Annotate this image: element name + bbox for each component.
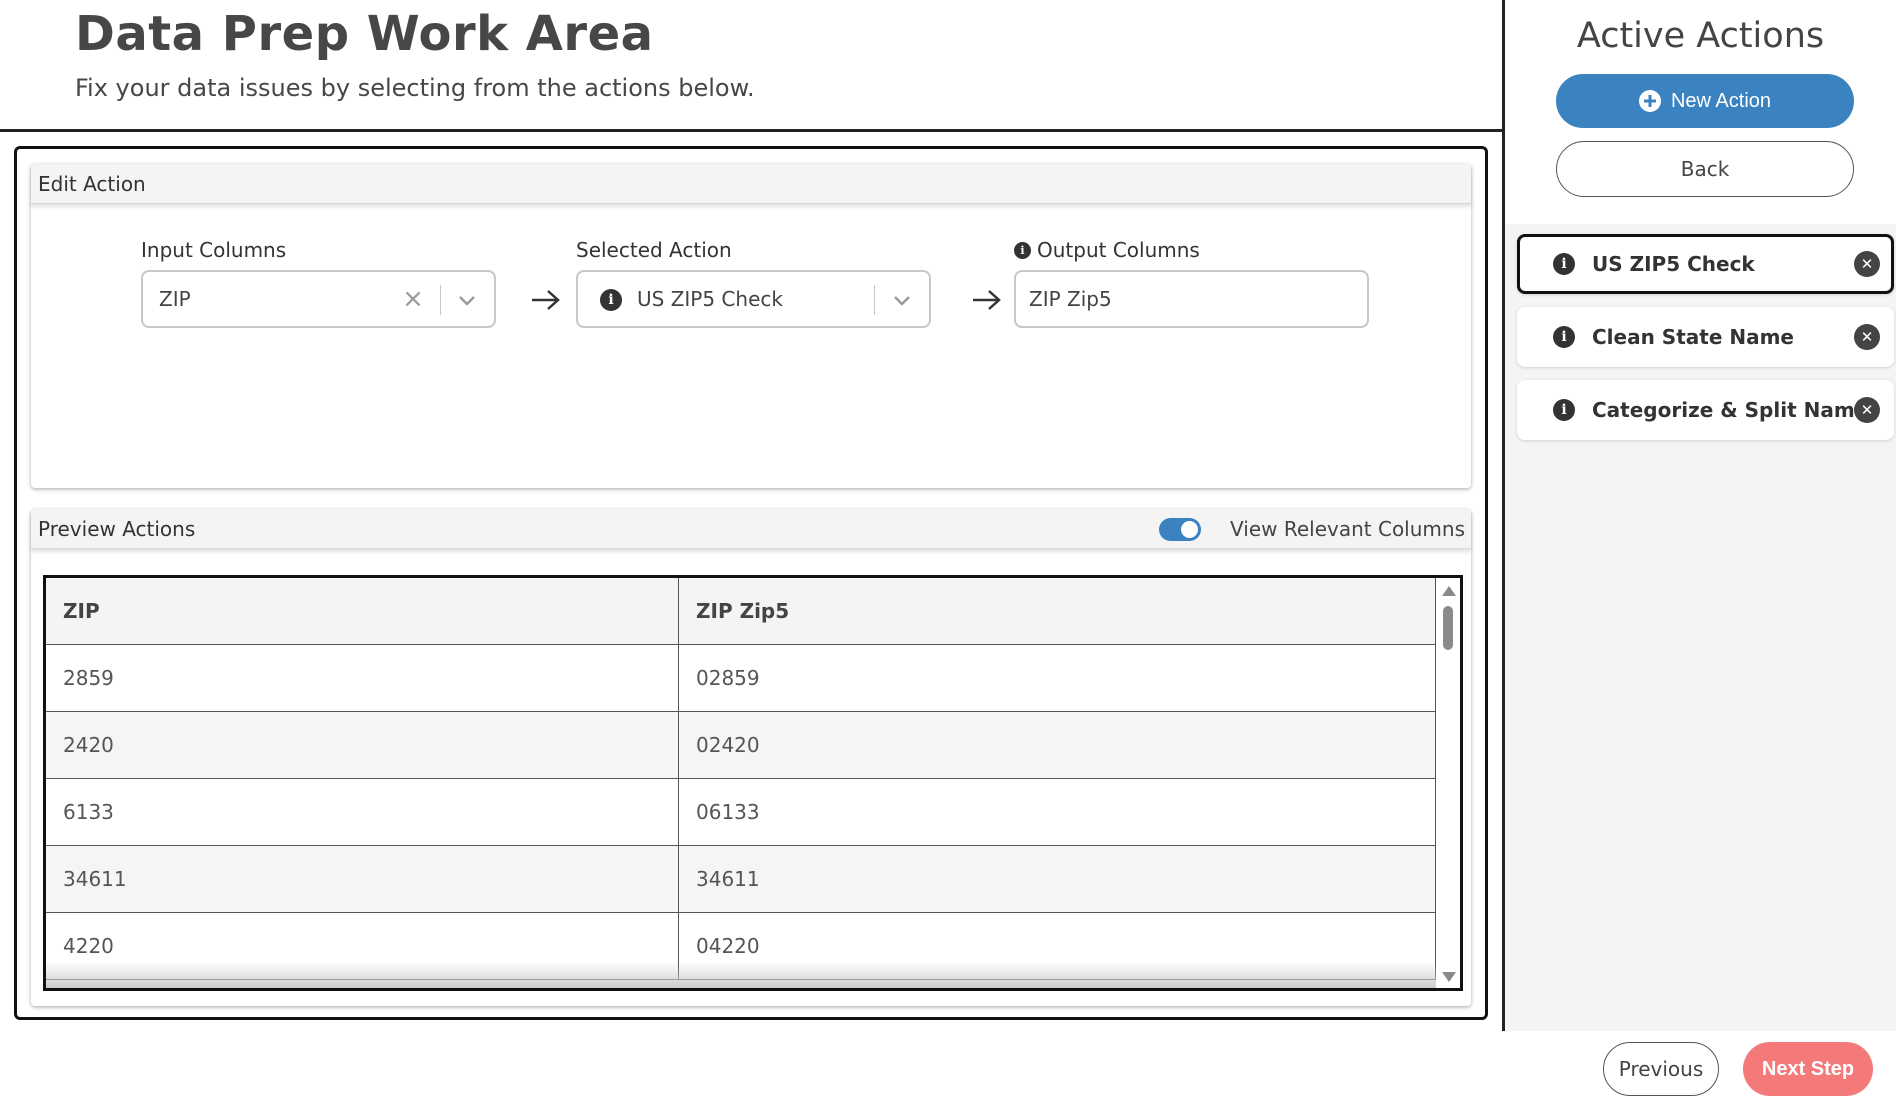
info-icon[interactable]: i [600, 289, 622, 311]
active-action-label: Categorize & Split Name [1592, 398, 1869, 422]
preview-actions-header: Preview Actions View Relevant Columns [31, 509, 1471, 549]
selected-action-value: US ZIP5 Check [637, 287, 783, 311]
output-columns-label-text: Output Columns [1037, 238, 1200, 262]
scroll-down-arrow-icon[interactable] [1442, 972, 1456, 982]
table-row: 2420 02420 [46, 712, 1436, 779]
table-cell: 2420 [46, 712, 679, 778]
info-icon[interactable]: i [1014, 241, 1031, 259]
info-icon[interactable]: i [1553, 326, 1575, 348]
table-cell: 02859 [679, 645, 1436, 711]
arrow-right-icon [532, 290, 560, 310]
active-actions-sidebar: Active Actions New Action Back i US ZIP5… [1502, 0, 1896, 1031]
table-cell: 02420 [679, 712, 1436, 778]
table-cell: 2859 [46, 645, 679, 711]
info-icon[interactable]: i [1553, 253, 1575, 275]
active-action-item[interactable]: i Clean State Name ✕ [1517, 307, 1894, 367]
scroll-up-arrow-icon[interactable] [1442, 586, 1456, 596]
toggle-knob [1181, 521, 1198, 538]
chevron-down-icon[interactable] [891, 289, 913, 311]
selected-action-label: Selected Action [576, 238, 732, 262]
input-columns-value: ZIP [159, 287, 191, 311]
preview-table: ZIP ZIP Zip5 2859 02859 2420 02420 6133 … [43, 575, 1463, 991]
scroll-thumb[interactable] [1443, 606, 1453, 650]
table-cell: 06133 [679, 779, 1436, 845]
workspace: Edit Action Input Columns ZIP × Selected… [14, 146, 1488, 1020]
preview-grid: ZIP ZIP Zip5 2859 02859 2420 02420 6133 … [46, 578, 1436, 980]
table-scrollbar[interactable] [1436, 578, 1460, 988]
input-columns-select[interactable]: ZIP × [141, 270, 496, 328]
remove-icon[interactable]: ✕ [1854, 324, 1880, 350]
selected-action-label-text: Selected Action [576, 238, 732, 262]
table-row: 6133 06133 [46, 779, 1436, 846]
new-action-label: New Action [1670, 89, 1772, 112]
footer: Previous Next Step [0, 1031, 1896, 1101]
next-step-label: Next Step [1761, 1057, 1855, 1080]
sidebar-top: Active Actions New Action Back [1505, 0, 1896, 224]
preview-actions-panel: Preview Actions View Relevant Columns ZI… [31, 509, 1471, 1006]
output-columns-input[interactable]: ZIP Zip5 [1014, 270, 1369, 328]
arrow-right-icon [973, 290, 1001, 310]
main-area: Data Prep Work Area Fix your data issues… [0, 0, 1502, 1101]
select-separator [874, 285, 875, 315]
select-separator [440, 285, 441, 315]
remove-icon[interactable]: ✕ [1854, 397, 1880, 423]
selected-action-select[interactable]: i US ZIP5 Check [576, 270, 931, 328]
page-subtitle: Fix your data issues by selecting from t… [75, 74, 755, 102]
previous-button[interactable]: Previous [1603, 1042, 1719, 1096]
edit-action-panel: Edit Action Input Columns ZIP × Selected… [31, 164, 1471, 488]
back-button[interactable]: Back [1556, 141, 1854, 197]
chevron-down-icon[interactable] [456, 289, 478, 311]
table-cell: 34611 [46, 846, 679, 912]
page: Data Prep Work Area Fix your data issues… [0, 0, 1896, 1101]
preview-actions-title: Preview Actions [38, 516, 196, 541]
back-label: Back [1680, 157, 1730, 181]
input-columns-label-text: Input Columns [141, 238, 287, 262]
previous-label: Previous [1618, 1057, 1704, 1081]
view-relevant-columns-toggle[interactable] [1159, 518, 1201, 541]
active-action-item[interactable]: i Categorize & Split Name ✕ [1517, 380, 1894, 440]
active-action-label: US ZIP5 Check [1592, 252, 1755, 276]
active-action-label: Clean State Name [1592, 325, 1794, 349]
info-icon[interactable]: i [1553, 399, 1575, 421]
remove-icon[interactable]: ✕ [1854, 251, 1880, 277]
new-action-button[interactable]: New Action [1556, 74, 1854, 128]
table-row: 34611 34611 [46, 846, 1436, 913]
edit-action-header: Edit Action [31, 164, 1471, 204]
next-step-button[interactable]: Next Step [1743, 1042, 1873, 1096]
page-title: Data Prep Work Area [75, 6, 654, 62]
sidebar-title: Active Actions [1576, 16, 1825, 56]
table-row: 2859 02859 [46, 645, 1436, 712]
table-cell: 6133 [46, 779, 679, 845]
column-header-zip-zip5[interactable]: ZIP Zip5 [679, 578, 1436, 644]
column-header-zip[interactable]: ZIP [46, 578, 679, 644]
active-action-item[interactable]: i US ZIP5 Check ✕ [1517, 234, 1894, 294]
table-cell: 34611 [679, 846, 1436, 912]
table-header-row: ZIP ZIP Zip5 [46, 578, 1436, 645]
table-fade [46, 962, 1436, 988]
view-relevant-columns-label: View Relevant Columns [1230, 517, 1465, 541]
clear-icon[interactable]: × [401, 286, 425, 312]
output-columns-label: i Output Columns [1014, 238, 1200, 262]
output-columns-value: ZIP Zip5 [1029, 287, 1112, 311]
page-header: Data Prep Work Area Fix your data issues… [0, 0, 1502, 132]
input-columns-label: Input Columns [141, 238, 286, 262]
plus-circle-icon [1638, 90, 1661, 112]
